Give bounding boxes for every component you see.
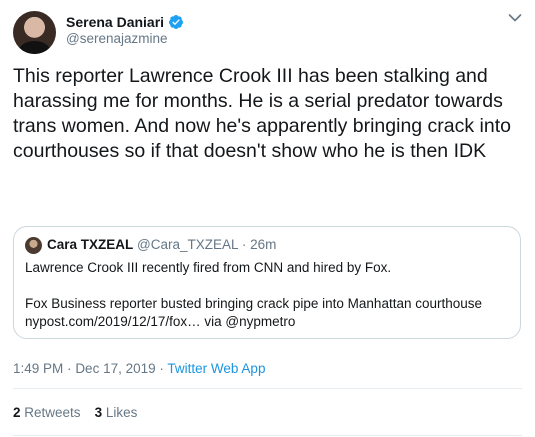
tweet-timestamp: 1:49 PM · Dec 17, 2019 · Twitter Web App xyxy=(13,361,265,376)
timestamp-separator: · xyxy=(67,361,72,376)
likes-label: Likes xyxy=(105,405,138,420)
author-name-row: Serena Daniari xyxy=(66,13,184,31)
engagement-stats: 2 Retweets 3 Likes xyxy=(13,405,137,420)
divider xyxy=(13,435,522,436)
quoted-tweet-body: Lawrence Crook III recently fired from C… xyxy=(25,259,515,331)
quoted-age: 26m xyxy=(250,237,277,252)
avatar-figure xyxy=(19,41,50,54)
verified-badge-icon xyxy=(169,15,184,29)
tweet-date[interactable]: Dec 17, 2019 xyxy=(75,361,155,376)
retweets-stat[interactable]: 2 Retweets xyxy=(13,405,81,420)
divider xyxy=(13,388,522,389)
quoted-author-avatar xyxy=(25,237,42,254)
likes-stat[interactable]: 3 Likes xyxy=(95,405,138,420)
quoted-author-name: Cara TXZEAL xyxy=(47,237,134,252)
quoted-separator: · xyxy=(241,237,247,252)
tweet-time[interactable]: 1:49 PM xyxy=(13,361,63,376)
quoted-text-line2: Fox Business reporter busted bringing cr… xyxy=(25,296,483,311)
retweets-count: 2 xyxy=(13,405,21,420)
author-display-name[interactable]: Serena Daniari xyxy=(66,14,164,30)
author-handle[interactable]: @serenajazmine xyxy=(66,31,168,46)
quoted-author-handle: @Cara_TXZEAL xyxy=(137,237,239,252)
quoted-text-line3: nypost.com/2019/12/17/fox… via @nypmetro xyxy=(25,314,296,329)
author-avatar[interactable] xyxy=(13,11,56,54)
quoted-tweet[interactable]: Cara TXZEAL @Cara_TXZEAL · 26m Lawrence … xyxy=(13,226,521,339)
quoted-text-line1: Lawrence Crook III recently fired from C… xyxy=(25,260,392,275)
timestamp-separator: · xyxy=(159,361,164,376)
likes-count: 3 xyxy=(94,405,103,420)
quoted-tweet-header: Cara TXZEAL @Cara_TXZEAL · 26m xyxy=(47,237,276,252)
chevron-down-icon[interactable] xyxy=(508,13,522,23)
tweet-source-link[interactable]: Twitter Web App xyxy=(167,361,265,376)
tweet-card: Serena Daniari @serenajazmine This repor… xyxy=(0,0,535,437)
retweets-label: Retweets xyxy=(24,405,81,420)
tweet-text: This reporter Lawrence Crook III has bee… xyxy=(13,65,517,162)
